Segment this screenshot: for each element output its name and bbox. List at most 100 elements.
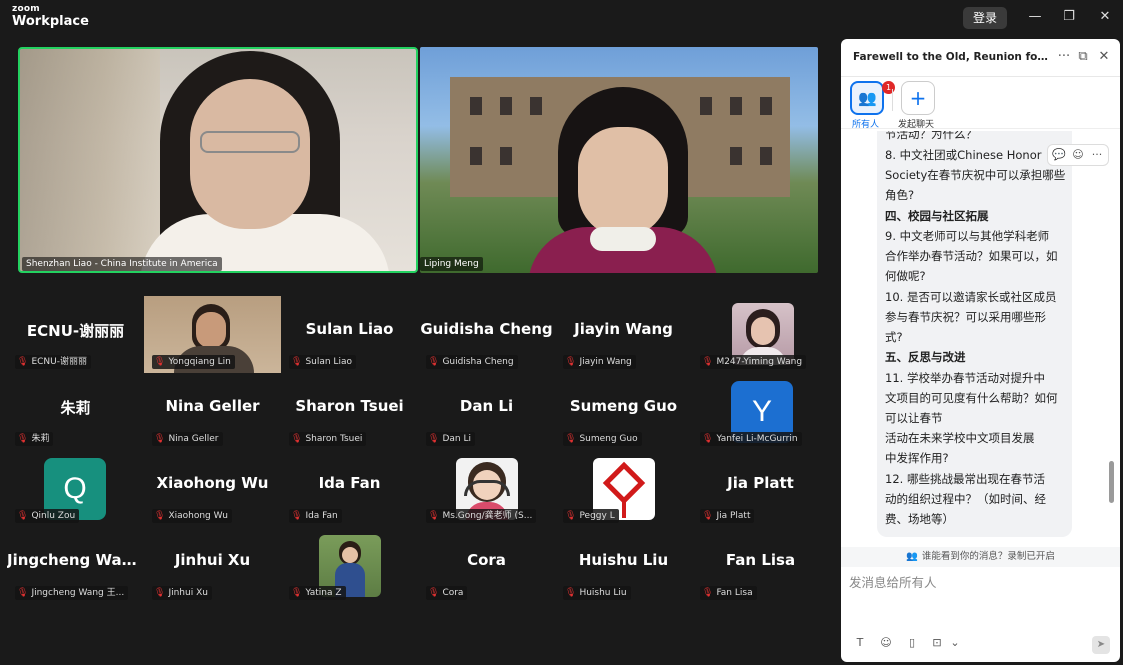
message-line: 可以让春节	[885, 411, 943, 425]
mic-muted-icon: 🎙	[428, 357, 440, 367]
message-line: 式?	[885, 330, 903, 344]
chat-messages[interactable]: 节活动？为什么？ 8. 中文社团或Chinese Honor Society在春…	[841, 131, 1120, 549]
emoji-reaction-icon[interactable]: ☺	[1070, 148, 1086, 161]
participant-name: Xiaohong Wu	[156, 474, 269, 492]
participant-label-text: Sulan Liao	[305, 357, 352, 367]
new-chat-button[interactable]: +	[901, 81, 935, 115]
participant-tile[interactable]: Sumeng Guo 🎙 Sumeng Guo	[555, 373, 692, 450]
text-format-icon[interactable]: T	[852, 636, 868, 649]
participant-video[interactable]: Liping Meng	[420, 47, 818, 273]
video-name-label: Liping Meng	[420, 257, 483, 271]
video-name-label: Shenzhan Liao - China Institute in Ameri…	[22, 257, 222, 271]
mic-muted-icon: 🎙	[291, 511, 303, 521]
restore-icon[interactable]: ❐	[1059, 8, 1079, 26]
mic-muted-icon: 🎙	[154, 588, 166, 598]
headset-icon	[464, 480, 510, 496]
building-window	[500, 147, 512, 165]
chinese-knot-icon	[602, 461, 646, 505]
participant-name: Sharon Tsuei	[295, 397, 404, 415]
participant-name: Ida Fan	[318, 474, 381, 492]
more-icon[interactable]: ···	[1089, 148, 1105, 161]
login-button[interactable]: 登录	[963, 7, 1007, 29]
mic-muted-icon: 🎙	[702, 511, 714, 521]
mic-muted-icon: 🎙	[154, 434, 166, 444]
participant-tile[interactable]: Jiayin Wang 🎙 Jiayin Wang	[555, 296, 692, 373]
participant-tile[interactable]: Ida Fan 🎙 Ida Fan	[281, 450, 418, 527]
participant-label-text: ECNU-谢丽丽	[31, 357, 87, 367]
message-line: 何做呢?	[885, 269, 926, 283]
participant-tile[interactable]: 🎙 Ms.Gong/龚老师 (S...	[418, 450, 555, 527]
participant-tile[interactable]: 🎙 Yatina Z	[281, 527, 418, 604]
chat-visibility-notice[interactable]: 👥 谁能看到你的消息？录制已开启	[841, 547, 1120, 567]
close-chat-icon[interactable]: ✕	[1096, 49, 1112, 65]
participant-tile[interactable]: Fan Lisa 🎙 Fan Lisa	[692, 527, 829, 604]
people-icon: 👥	[858, 89, 877, 107]
send-button[interactable]: ➤	[1092, 636, 1110, 654]
participant-name: Jinhui Xu	[174, 551, 251, 569]
participant-label: 🎙 Yatina Z	[289, 586, 346, 600]
tab-everyone[interactable]: 👥 1	[850, 81, 895, 115]
participant-label: 🎙 Sulan Liao	[289, 355, 356, 369]
emoji-icon[interactable]: ☺	[878, 636, 894, 649]
participant-tile[interactable]: 🎙 Peggy L	[555, 450, 692, 527]
participant-tile[interactable]: Jinhui Xu 🎙 Jinhui Xu	[144, 527, 281, 604]
participant-label: 🎙 朱莉	[15, 432, 54, 446]
reply-icon[interactable]: 💬	[1051, 148, 1067, 161]
participant-label-text: Jia Platt	[716, 511, 751, 521]
participant-tile[interactable]: Q 🎙 Qinlu Zou	[7, 450, 144, 527]
chat-input[interactable]: 发消息给所有人	[849, 572, 937, 591]
participant-name: Sumeng Guo	[569, 397, 678, 415]
building-window	[530, 97, 542, 115]
avatar-face	[751, 317, 775, 345]
participant-label: 🎙 Yongqiang Lin	[152, 355, 235, 369]
chevron-down-icon[interactable]: ⌄	[947, 636, 963, 649]
participant-tile[interactable]: 🎙 M247-Yiming Wang	[692, 296, 829, 373]
participant-label-text: Yatina Z	[305, 588, 342, 598]
participant-tile[interactable]: Dan Li 🎙 Dan Li	[418, 373, 555, 450]
participant-tile[interactable]: Guidisha Cheng 🎙 Guidisha Cheng	[418, 296, 555, 373]
participant-name: Fan Lisa	[725, 551, 796, 569]
participant-tile[interactable]: Y 🎙 Yanfei Li-McGurrin	[692, 373, 829, 450]
participant-tile[interactable]: 朱莉 🎙 朱莉	[7, 373, 144, 450]
participant-face	[578, 127, 668, 237]
participant-label: 🎙 Nina Geller	[152, 432, 223, 446]
message-line: 文项目的可见度有什么帮助？如何	[885, 391, 1058, 405]
participant-label: 🎙 Jiayin Wang	[563, 355, 636, 369]
participant-label-text: 朱莉	[31, 434, 50, 444]
participant-tile[interactable]: Jia Platt 🎙 Jia Platt	[692, 450, 829, 527]
mic-muted-icon: 🎙	[565, 357, 577, 367]
participant-label-text: Dan Li	[442, 434, 471, 444]
participant-tile[interactable]: Nina Geller 🎙 Nina Geller	[144, 373, 281, 450]
participant-tile[interactable]: 🎙 Yongqiang Lin	[144, 296, 281, 373]
participant-label-text: Peggy L	[579, 511, 615, 521]
participant-name: 朱莉	[60, 399, 91, 417]
file-icon[interactable]: ▯	[904, 636, 920, 649]
popout-icon[interactable]: ⧉	[1075, 49, 1091, 65]
more-options-icon[interactable]: ···	[1056, 49, 1072, 65]
participant-label: 🎙 Huishu Liu	[563, 586, 631, 600]
participant-name: Jingcheng Wan...	[7, 551, 144, 569]
participant-tile[interactable]: Sharon Tsuei 🎙 Sharon Tsuei	[281, 373, 418, 450]
mic-muted-icon: 🎙	[154, 511, 166, 521]
message-line: Society在春节庆祝中可以承担哪些	[885, 168, 1066, 182]
participant-tile[interactable]: ECNU-谢丽丽 🎙 ECNU-谢丽丽	[7, 296, 144, 373]
participant-tile[interactable]: Cora 🎙 Cora	[418, 527, 555, 604]
message-line: 12. 哪些挑战最常出现在春节活	[885, 472, 1045, 486]
participant-tile[interactable]: Huishu Liu 🎙 Huishu Liu	[555, 527, 692, 604]
active-speaker-video[interactable]: Shenzhan Liao - China Institute in Ameri…	[18, 47, 418, 273]
participant-label: 🎙 Xiaohong Wu	[152, 509, 232, 523]
message-line: 四、校园与社区拓展	[885, 209, 989, 223]
participant-label-text: Huishu Liu	[579, 588, 627, 598]
participant-tile[interactable]: Sulan Liao 🎙 Sulan Liao	[281, 296, 418, 373]
building-window	[500, 97, 512, 115]
message-hover-toolbar: 💬 ☺ ···	[1047, 144, 1109, 166]
chat-scrollbar[interactable]	[1109, 461, 1114, 503]
participant-label: 🎙 Fan Lisa	[700, 586, 757, 600]
participant-tile[interactable]: Xiaohong Wu 🎙 Xiaohong Wu	[144, 450, 281, 527]
participant-tile[interactable]: Jingcheng Wan... 🎙 Jingcheng Wang 王...	[7, 527, 144, 604]
participant-label: 🎙 Qinlu Zou	[15, 509, 80, 523]
close-icon[interactable]: ✕	[1095, 8, 1115, 26]
screenshot-icon[interactable]: ⊡	[929, 636, 945, 649]
minimize-icon[interactable]: —	[1025, 8, 1045, 26]
mic-muted-icon: 🎙	[565, 434, 577, 444]
